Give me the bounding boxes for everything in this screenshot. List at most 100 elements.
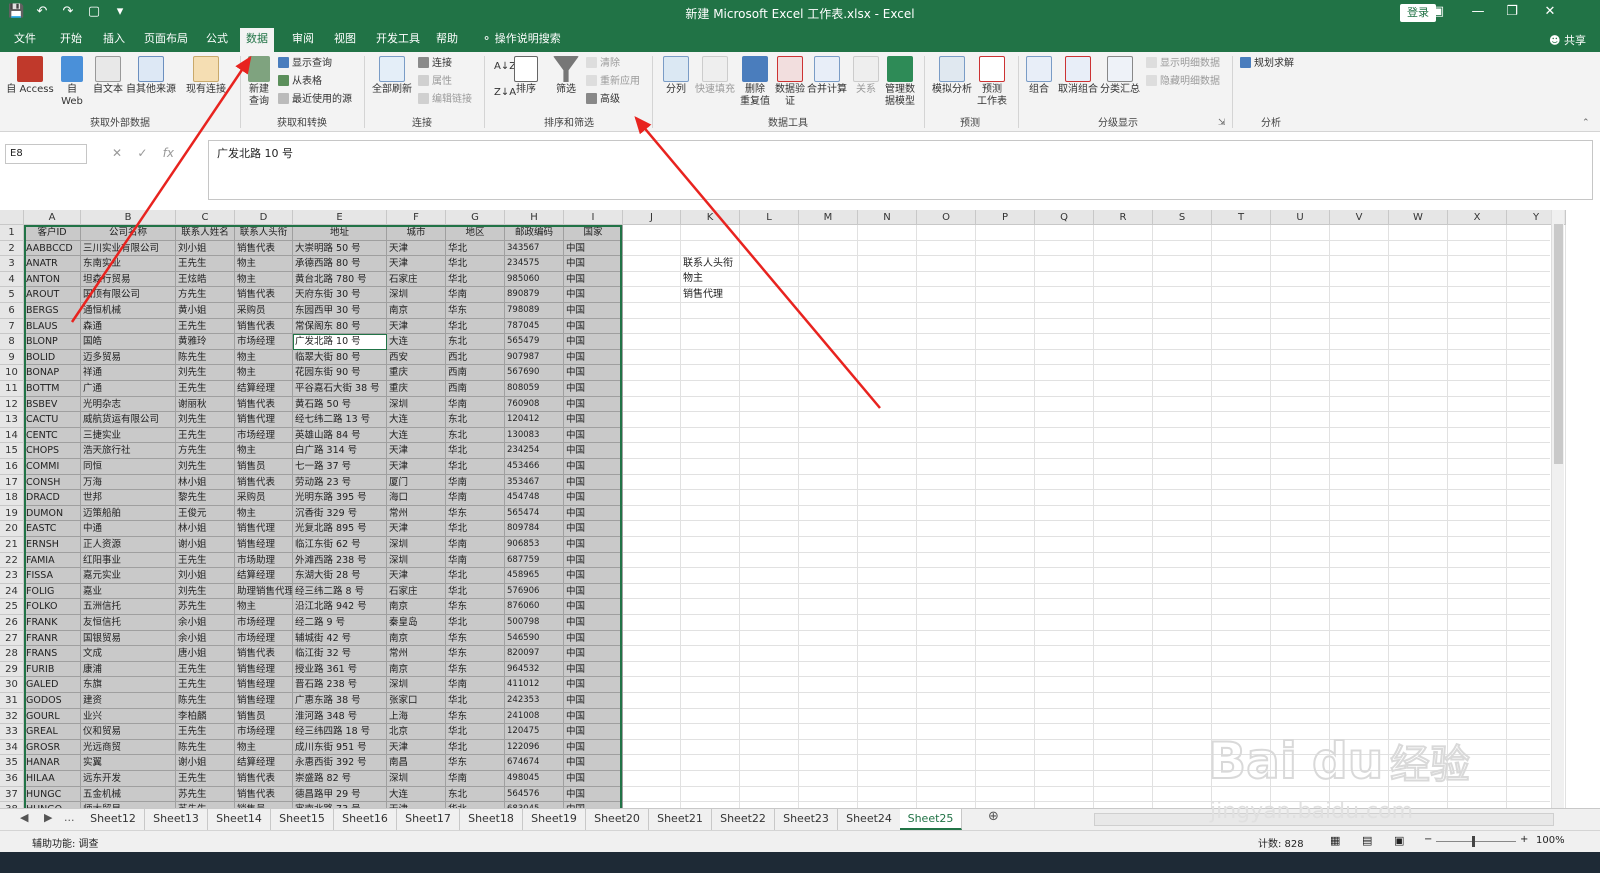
table-cell[interactable]: 中国 (564, 271, 623, 288)
column-header-v[interactable]: V (1330, 210, 1389, 225)
table-cell[interactable]: 华东 (446, 505, 505, 522)
header-cell[interactable]: 地区 (446, 225, 505, 241)
table-cell[interactable]: 中国 (564, 256, 623, 272)
table-cell[interactable]: 东湖大街 28 号 (293, 568, 387, 584)
data-validation-button[interactable]: 数据验 证 (774, 56, 806, 108)
table-cell[interactable]: 华东 (446, 646, 505, 662)
table-cell[interactable]: 深圳 (387, 552, 446, 569)
table-cell[interactable]: 谢小姐 (176, 537, 235, 553)
table-cell[interactable]: 中国 (564, 303, 623, 319)
table-cell[interactable]: 500798 (505, 615, 564, 631)
table-cell[interactable]: BSBEV (24, 396, 81, 413)
subtotal-button[interactable]: 分类汇总 (1100, 56, 1140, 96)
horizontal-scrollbar[interactable] (1094, 813, 1554, 826)
table-cell[interactable]: BONAP (24, 365, 81, 381)
table-cell[interactable]: 业兴 (81, 708, 176, 725)
table-cell[interactable]: 嘉元实业 (81, 568, 176, 584)
sheet-tab-sheet24[interactable]: Sheet24 (838, 809, 901, 830)
table-cell[interactable]: ANTON (24, 271, 81, 288)
table-cell[interactable]: 重庆 (387, 381, 446, 397)
table-cell[interactable]: 秦皇岛 (387, 615, 446, 631)
table-cell[interactable]: 广发北路 10 号 (293, 334, 387, 350)
table-cell[interactable]: 中国 (564, 661, 623, 678)
table-cell[interactable]: 三川实业有限公司 (81, 240, 176, 257)
table-cell[interactable]: 石家庄 (387, 583, 446, 600)
table-cell[interactable]: ERNSH (24, 537, 81, 553)
table-cell[interactable]: 华北 (446, 739, 505, 756)
table-cell[interactable]: 大连 (387, 786, 446, 803)
table-cell[interactable]: 中国 (564, 599, 623, 615)
header-cell[interactable]: 地址 (293, 225, 387, 241)
table-cell[interactable]: 祥通 (81, 365, 176, 381)
table-cell[interactable]: 东北 (446, 412, 505, 428)
table-cell[interactable]: DUMON (24, 505, 81, 522)
table-cell[interactable]: 中国 (564, 474, 623, 491)
table-cell[interactable]: 241008 (505, 708, 564, 725)
table-cell[interactable]: 华北 (446, 240, 505, 257)
table-cell[interactable]: 华北 (446, 724, 505, 740)
table-cell[interactable]: 五洲信托 (81, 599, 176, 615)
table-cell[interactable]: 808059 (505, 381, 564, 397)
reapply-button[interactable]: 重新应用 (586, 75, 640, 89)
relationships-button[interactable]: 关系 (852, 56, 880, 96)
zoom-slider-thumb[interactable] (1472, 836, 1475, 847)
table-cell[interactable]: CONSH (24, 474, 81, 491)
table-cell[interactable]: 华北 (446, 271, 505, 288)
new-query-button[interactable]: 新建 查询 (244, 56, 274, 108)
table-cell[interactable]: 中国 (564, 396, 623, 413)
table-cell[interactable]: 黄雅玲 (176, 334, 235, 350)
row-header[interactable]: 20 (0, 521, 24, 537)
table-cell[interactable]: 964532 (505, 661, 564, 678)
clear-button[interactable]: 清除 (586, 57, 620, 71)
row-header[interactable]: 17 (0, 474, 24, 491)
column-header-c[interactable]: C (176, 210, 235, 225)
table-cell[interactable]: 黄石路 50 号 (293, 396, 387, 413)
tab-insert[interactable]: 插入 (97, 26, 131, 52)
table-cell[interactable]: 中国 (564, 568, 623, 584)
table-cell[interactable]: FRANR (24, 630, 81, 647)
table-cell[interactable]: 红阳事业 (81, 552, 176, 569)
table-cell[interactable]: 华东 (446, 599, 505, 615)
page-layout-view-icon[interactable]: ▤ (1362, 834, 1372, 847)
table-cell[interactable]: CHOPS (24, 443, 81, 459)
table-cell[interactable]: FAMIA (24, 552, 81, 569)
table-cell[interactable]: 华东 (446, 630, 505, 647)
column-header-r[interactable]: R (1094, 210, 1153, 225)
table-cell[interactable]: 876060 (505, 599, 564, 615)
table-cell[interactable]: 劳动路 23 号 (293, 474, 387, 491)
table-cell[interactable]: 余小姐 (176, 630, 235, 647)
table-cell[interactable]: 销售经理 (235, 537, 293, 553)
sheet-tab-sheet21[interactable]: Sheet21 (649, 809, 712, 830)
table-cell[interactable]: 森通 (81, 318, 176, 335)
sheet-tab-sheet14[interactable]: Sheet14 (208, 809, 271, 830)
table-cell[interactable]: 市场经理 (235, 724, 293, 740)
table-cell[interactable]: 刘先生 (176, 412, 235, 428)
table-cell[interactable]: 方先生 (176, 443, 235, 459)
table-cell[interactable]: 南京 (387, 303, 446, 319)
column-header-p[interactable]: P (976, 210, 1035, 225)
table-cell[interactable]: 华南 (446, 537, 505, 553)
table-cell[interactable]: 陈先生 (176, 349, 235, 366)
worksheet-grid[interactable]: ABCDEFGHIJKLMNOPQRSTUVWXY 1 客户ID 公司名称 联系人姓名… (0, 210, 1600, 824)
tab-view[interactable]: 视图 (328, 26, 362, 52)
table-cell[interactable]: 东北 (446, 334, 505, 350)
row-header[interactable]: 30 (0, 677, 24, 693)
sheet-tab-sheet13[interactable]: Sheet13 (145, 809, 208, 830)
table-cell[interactable]: 天津 (387, 739, 446, 756)
group-button[interactable]: 组合 (1024, 56, 1054, 96)
sheet-tab-sheet17[interactable]: Sheet17 (397, 809, 460, 830)
table-cell[interactable]: 东旗 (81, 677, 176, 693)
table-cell[interactable]: 销售经理 (235, 693, 293, 709)
table-cell[interactable]: 王先生 (176, 256, 235, 272)
page-break-view-icon[interactable]: ▣ (1394, 834, 1404, 847)
table-cell[interactable]: 华南 (446, 490, 505, 506)
table-cell[interactable]: 天府东街 30 号 (293, 287, 387, 303)
table-cell[interactable]: 华南 (446, 677, 505, 693)
refresh-all-button[interactable]: 全部刷新 (370, 56, 414, 96)
table-cell[interactable]: 122096 (505, 739, 564, 756)
row-header[interactable]: 13 (0, 412, 24, 428)
sheet-tab-sheet16[interactable]: Sheet16 (334, 809, 397, 830)
table-cell[interactable]: 天津 (387, 521, 446, 537)
row-header[interactable]: 16 (0, 459, 24, 475)
header-cell[interactable]: 联系人头衔 (235, 225, 293, 241)
